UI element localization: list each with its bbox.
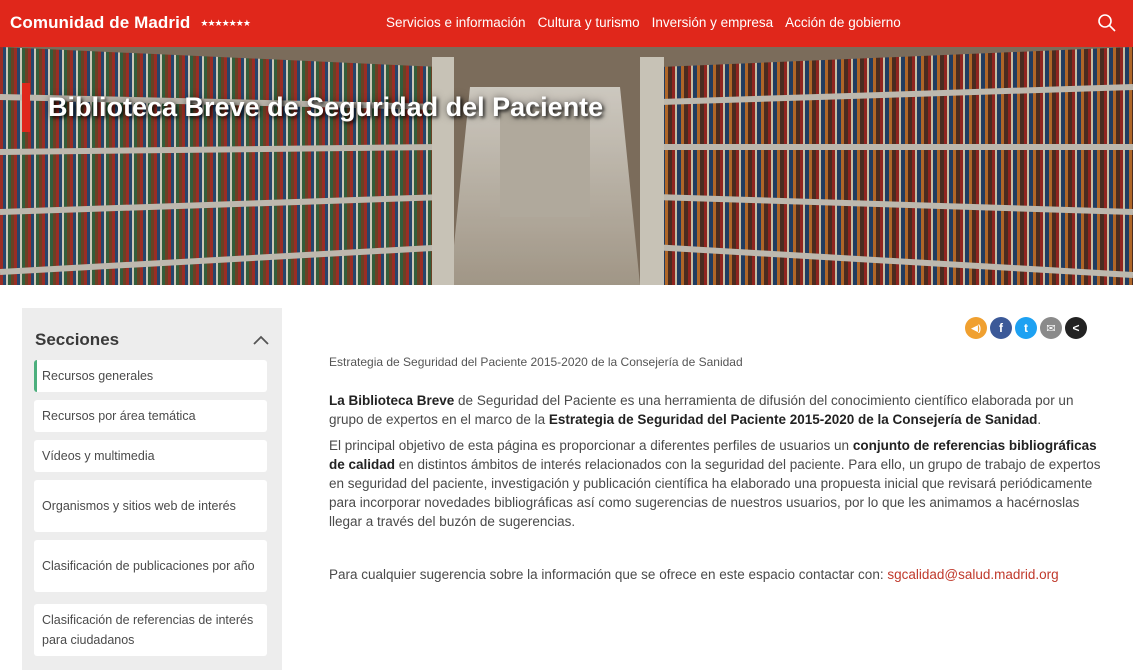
top-navigation-bar: Comunidad de Madrid ★★★★★★★ Servicios e … (0, 0, 1133, 47)
contact-paragraph: Para cualquier sugerencia sobre la infor… (329, 565, 1111, 584)
intro-paragraph: La Biblioteca Breve de Seguridad del Pac… (329, 391, 1111, 429)
main-content: Estrategia de Seguridad del Paciente 201… (329, 355, 1111, 584)
sidebar-item-publicaciones-anio[interactable]: Clasificación de publicaciones por año (34, 540, 267, 592)
bold-estrategia: Estrategia de Seguridad del Paciente 201… (548, 412, 1038, 427)
sidebar-item-recursos-generales[interactable]: Recursos generales (34, 360, 267, 392)
brand-name[interactable]: Comunidad de Madrid (10, 13, 190, 33)
nav-item-inversion[interactable]: Inversión y empresa (652, 15, 774, 30)
chevron-up-icon[interactable] (252, 334, 270, 346)
page-title: Biblioteca Breve de Seguridad del Pacien… (48, 92, 604, 122)
objective-text-1: El principal objetivo de esta página es … (329, 438, 853, 453)
hero-title-block: Biblioteca Breve de Seguridad del Pacien… (22, 83, 603, 132)
email-icon[interactable]: ✉ (1040, 317, 1062, 339)
hero-banner: Biblioteca Breve de Seguridad del Pacien… (0, 47, 1133, 285)
bold-biblioteca-breve: La Biblioteca Breve (329, 393, 455, 408)
nav-item-cultura[interactable]: Cultura y turismo (538, 15, 640, 30)
contact-text: Para cualquier sugerencia sobre la infor… (329, 567, 888, 582)
objective-text-2: en distintos ámbitos de interés relacion… (329, 457, 1101, 529)
sidebar-item-ciudadanos[interactable]: Clasificación de referencias de interés … (34, 604, 267, 656)
social-share-bar: ◀) f t ✉ < (965, 317, 1087, 339)
sidebar-item-organismos[interactable]: Organismos y sitios web de interés (34, 480, 267, 532)
sidebar-header[interactable]: Secciones (35, 330, 270, 350)
nav-item-accion[interactable]: Acción de gobierno (785, 15, 901, 30)
sidebar-title: Secciones (35, 330, 120, 349)
title-accent-bar (22, 83, 30, 132)
twitter-icon[interactable]: t (1015, 317, 1037, 339)
brand-logo[interactable]: Comunidad de Madrid ★★★★★★★ (10, 13, 251, 33)
sections-sidebar: Secciones Recursos generales Recursos po… (22, 308, 282, 670)
share-icon[interactable]: < (1065, 317, 1087, 339)
facebook-icon[interactable]: f (990, 317, 1012, 339)
sidebar-item-area-tematica[interactable]: Recursos por área temática (34, 400, 267, 432)
audio-icon[interactable]: ◀) (965, 317, 987, 339)
madrid-stars-icon: ★★★★★★★ (200, 17, 250, 28)
content-subtitle: Estrategia de Seguridad del Paciente 201… (329, 355, 743, 369)
sidebar-item-videos[interactable]: Vídeos y multimedia (34, 440, 267, 472)
objective-paragraph: El principal objetivo de esta página es … (329, 436, 1111, 531)
nav-item-servicios[interactable]: Servicios e información (386, 15, 526, 30)
contact-email-link[interactable]: sgcalidad@salud.madrid.org (887, 567, 1058, 582)
main-nav: Servicios e información Cultura y turism… (386, 15, 901, 30)
intro-text-2: . (1037, 412, 1042, 427)
search-icon[interactable] (1097, 13, 1117, 33)
